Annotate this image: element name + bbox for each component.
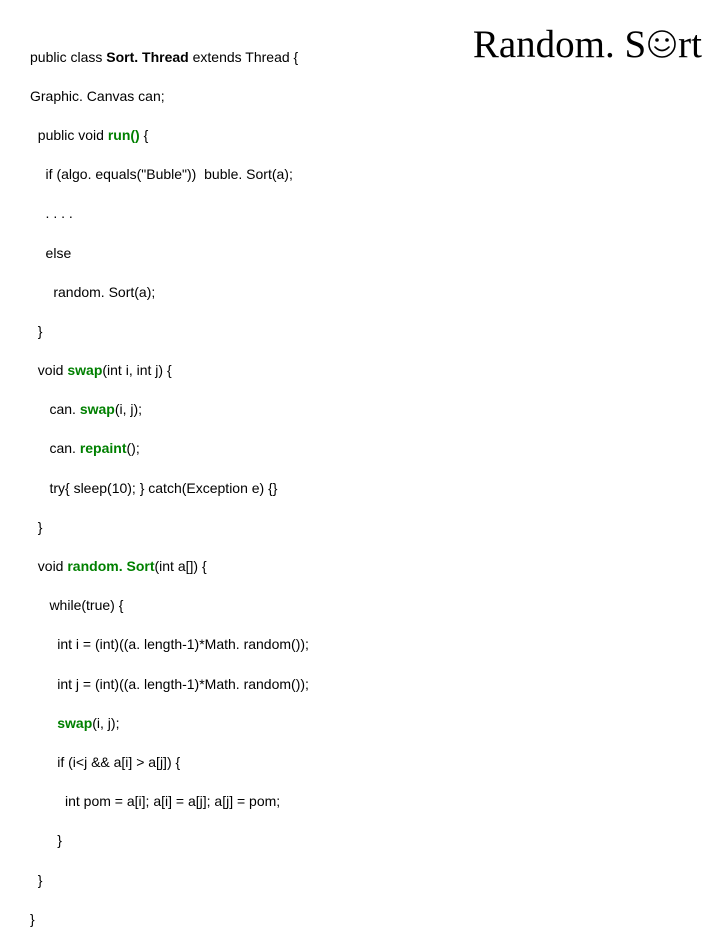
txt: int i = (int)((a. length-1)*Math. random… [30,636,309,652]
txt: . . . . [30,205,73,221]
code-line: if (algo. equals("Buble")) buble. Sort(a… [30,165,309,185]
txt: (i, j); [115,401,142,417]
code-line: } [30,831,309,851]
code-line: } [30,322,309,342]
code-line: int j = (int)((a. length-1)*Math. random… [30,675,309,695]
code-line: public class Sort. Thread extends Thread… [30,48,309,68]
txt: if (algo. equals("Buble")) buble. Sort(a… [30,166,293,182]
code-line: Graphic. Canvas can; [30,87,309,107]
txt: Graphic. Canvas can; [30,88,165,104]
txt: int pom = a[i]; a[i] = a[j]; a[j] = pom; [30,793,280,809]
call-swap: swap [80,401,115,417]
code-line: int i = (int)((a. length-1)*Math. random… [30,635,309,655]
code-line: public void run() { [30,126,309,146]
txt: (int i, int j) { [102,362,171,378]
txt: } [30,911,35,927]
txt: else [30,245,71,261]
code-line: void random. Sort(int a[]) { [30,557,309,577]
code-line: can. repaint(); [30,439,309,459]
code-line: random. Sort(a); [30,283,309,303]
smiley-icon [647,29,677,59]
txt: while(true) { [30,597,123,613]
method-run: run() [108,127,140,143]
code-line: else [30,244,309,264]
code-line: can. swap(i, j); [30,400,309,420]
txt: } [30,832,62,848]
txt: } [30,519,42,535]
method-swap: swap [67,362,102,378]
method-randomsort: random. Sort [67,558,154,574]
txt: random. Sort(a); [30,284,155,300]
code-line: if (i<j && a[i] > a[j]) { [30,753,309,773]
txt: try{ sleep(10); } catch(Exception e) {} [30,480,277,496]
code-block: public class Sort. Thread extends Thread… [30,28,309,949]
code-line: } [30,518,309,538]
txt: void [30,558,67,574]
txt: (int a[]) { [154,558,206,574]
code-line: swap(i, j); [30,714,309,734]
txt [30,715,57,731]
txt: if (i<j && a[i] > a[j]) { [30,754,180,770]
call-swap2: swap [57,715,92,731]
txt: (); [127,440,140,456]
code-line: } [30,871,309,891]
code-line: int pom = a[i]; a[i] = a[j]; a[j] = pom; [30,792,309,812]
txt: extends Thread { [189,49,298,65]
code-line: try{ sleep(10); } catch(Exception e) {} [30,479,309,499]
txt: void [30,362,67,378]
title-part1: Random. S [473,23,646,66]
code-line: . . . . [30,204,309,224]
txt: public void [30,127,108,143]
call-repaint: repaint [80,440,127,456]
txt: } [30,872,42,888]
txt: can. [30,401,80,417]
txt: int j = (int)((a. length-1)*Math. random… [30,676,309,692]
txt: { [140,127,149,143]
code-line: void swap(int i, int j) { [30,361,309,381]
class-name: Sort. Thread [106,49,188,65]
title-part2: rt [678,23,702,66]
slide-title: Random. S rt [473,22,702,67]
txt: can. [30,440,80,456]
code-line: } [30,910,309,930]
txt: public class [30,49,106,65]
txt: (i, j); [92,715,119,731]
code-line: while(true) { [30,596,309,616]
txt: } [30,323,42,339]
